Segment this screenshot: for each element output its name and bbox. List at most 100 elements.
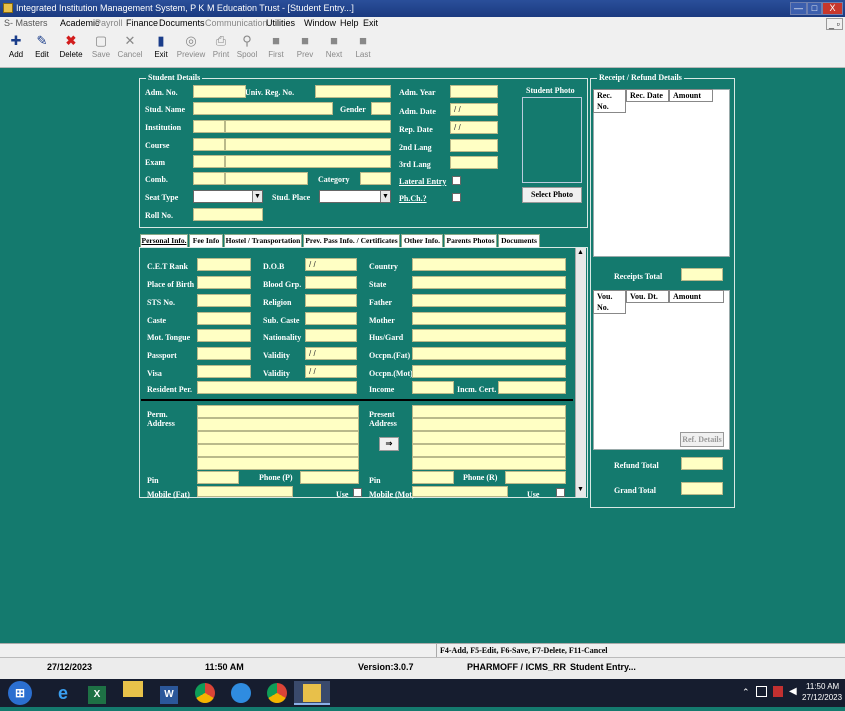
stud-name-input[interactable]: [193, 102, 333, 115]
phone-r-input[interactable]: [505, 471, 566, 484]
minimize-button[interactable]: —: [790, 2, 807, 15]
mobile-mot-input[interactable]: [412, 486, 508, 497]
caste-input[interactable]: [197, 312, 251, 325]
delete-button[interactable]: ✖ Delete: [55, 33, 87, 66]
close-button[interactable]: X: [822, 2, 843, 15]
tab-fee-info[interactable]: Fee Info: [189, 234, 223, 248]
perm-address-line-4[interactable]: [197, 444, 359, 457]
spool-button[interactable]: ⚲ Spool: [234, 33, 260, 66]
present-pin-input[interactable]: [412, 471, 454, 484]
incm-cert-input[interactable]: [498, 381, 566, 394]
present-address-line-1[interactable]: [412, 405, 566, 418]
menu-documents[interactable]: Documents: [159, 18, 205, 28]
gender-input[interactable]: [371, 102, 391, 115]
select-photo-button[interactable]: Select Photo: [522, 187, 582, 203]
network-icon[interactable]: [756, 686, 767, 697]
mobile-fat-input[interactable]: [197, 486, 293, 497]
receipt-grid[interactable]: [593, 89, 730, 257]
institution-code-input[interactable]: [193, 120, 225, 133]
blood-grp-input[interactable]: [305, 276, 357, 289]
taskbar-excel[interactable]: X: [82, 681, 112, 705]
perm-address-line-3[interactable]: [197, 431, 359, 444]
refund-total-input[interactable]: [681, 457, 723, 470]
adm-date-input[interactable]: / /: [450, 103, 498, 116]
resident-per-input[interactable]: [197, 381, 357, 394]
print-button[interactable]: ⎙ Print: [208, 33, 234, 66]
exit-button[interactable]: ▮ Exit: [148, 33, 174, 66]
menu-window[interactable]: Window: [304, 18, 336, 28]
first-button[interactable]: ■ First: [263, 33, 289, 66]
menu-utilities[interactable]: Utilities: [266, 18, 295, 28]
ref-details-button[interactable]: Ref. Details: [680, 432, 724, 447]
tab-personal-info[interactable]: Personal Info.: [140, 234, 188, 248]
vou-no-column[interactable]: Vou. No.: [593, 290, 626, 314]
cet-rank-input[interactable]: [197, 258, 251, 271]
stud-place-dropdown[interactable]: ▼: [319, 190, 391, 203]
menu-exit[interactable]: Exit: [363, 18, 378, 28]
comb-code-input[interactable]: [193, 172, 225, 185]
prev-button[interactable]: ■ Prev: [292, 33, 318, 66]
mdi-restore-button[interactable]: _ ▫: [826, 18, 843, 30]
nationality-input[interactable]: [305, 329, 357, 342]
rec-no-column[interactable]: Rec. No.: [593, 89, 626, 113]
tray-overflow-icon[interactable]: ⌃: [742, 687, 750, 698]
place-of-birth-input[interactable]: [197, 276, 251, 289]
course-name-input[interactable]: [225, 138, 391, 151]
ph-ch-checkbox[interactable]: [452, 193, 461, 202]
course-code-input[interactable]: [193, 138, 225, 151]
next-button[interactable]: ■ Next: [321, 33, 347, 66]
menu-academic[interactable]: Academic: [60, 18, 100, 28]
preview-button[interactable]: ◎ Preview: [176, 33, 206, 66]
exam-name-input[interactable]: [225, 155, 391, 168]
mother-input[interactable]: [412, 312, 566, 325]
occpn-fat-input[interactable]: [412, 347, 566, 360]
father-input[interactable]: [412, 294, 566, 307]
edit-button[interactable]: ✎ Edit: [29, 33, 55, 66]
adm-no-input[interactable]: [193, 85, 246, 98]
perm-address-line-1[interactable]: [197, 405, 359, 418]
amount-column[interactable]: Amount: [669, 89, 713, 102]
tab-hostel-transportation[interactable]: Hostel / Transportation: [224, 234, 302, 248]
category-input[interactable]: [360, 172, 391, 185]
present-address-line-5[interactable]: [412, 457, 566, 470]
vou-amount-column[interactable]: Amount: [669, 290, 724, 303]
rec-date-column[interactable]: Rec. Date: [626, 89, 669, 102]
save-button[interactable]: ▢ Save: [88, 33, 114, 66]
comb-name-input[interactable]: [225, 172, 308, 185]
vou-dt-column[interactable]: Vou. Dt.: [626, 290, 669, 303]
sts-no-input[interactable]: [197, 294, 251, 307]
cancel-button[interactable]: ✕ Cancel: [115, 33, 145, 66]
present-address-line-4[interactable]: [412, 444, 566, 457]
religion-input[interactable]: [305, 294, 357, 307]
adm-year-input[interactable]: [450, 85, 498, 98]
tray-clock-date[interactable]: 27/12/2023: [802, 693, 842, 702]
tab-prev-pass-info[interactable]: Prev. Pass Info. / Certificates: [303, 234, 400, 248]
rep-date-input[interactable]: / /: [450, 121, 498, 134]
present-address-line-2[interactable]: [412, 418, 566, 431]
taskbar-explorer[interactable]: [118, 681, 148, 705]
exam-code-input[interactable]: [193, 155, 225, 168]
start-button[interactable]: ⊞: [8, 681, 32, 705]
visa-validity-input[interactable]: / /: [305, 365, 357, 378]
mot-tongue-input[interactable]: [197, 329, 251, 342]
visa-input[interactable]: [197, 365, 251, 378]
lateral-entry-checkbox[interactable]: [452, 176, 461, 185]
univ-reg-no-input[interactable]: [315, 85, 391, 98]
second-lang-input[interactable]: [450, 139, 498, 152]
tab-other-info[interactable]: Other Info.: [401, 234, 443, 248]
panel-scrollbar[interactable]: ▲ ▼: [575, 248, 586, 497]
menu-masters[interactable]: S- Masters: [4, 18, 48, 28]
roll-no-input[interactable]: [193, 208, 263, 221]
last-button[interactable]: ■ Last: [350, 33, 376, 66]
mobile-mot-use-checkbox[interactable]: [556, 488, 565, 497]
taskbar-chrome[interactable]: [190, 681, 220, 705]
third-lang-input[interactable]: [450, 156, 498, 169]
present-address-line-3[interactable]: [412, 431, 566, 444]
hus-gard-input[interactable]: [412, 329, 566, 342]
taskbar-chrome-2[interactable]: [262, 681, 292, 705]
taskbar-edge[interactable]: [226, 681, 256, 705]
menu-help[interactable]: Help: [340, 18, 359, 28]
add-button[interactable]: ✚ Add: [3, 33, 29, 66]
mobile-fat-use-checkbox[interactable]: [353, 488, 362, 497]
seat-type-dropdown[interactable]: ▼: [193, 190, 263, 203]
